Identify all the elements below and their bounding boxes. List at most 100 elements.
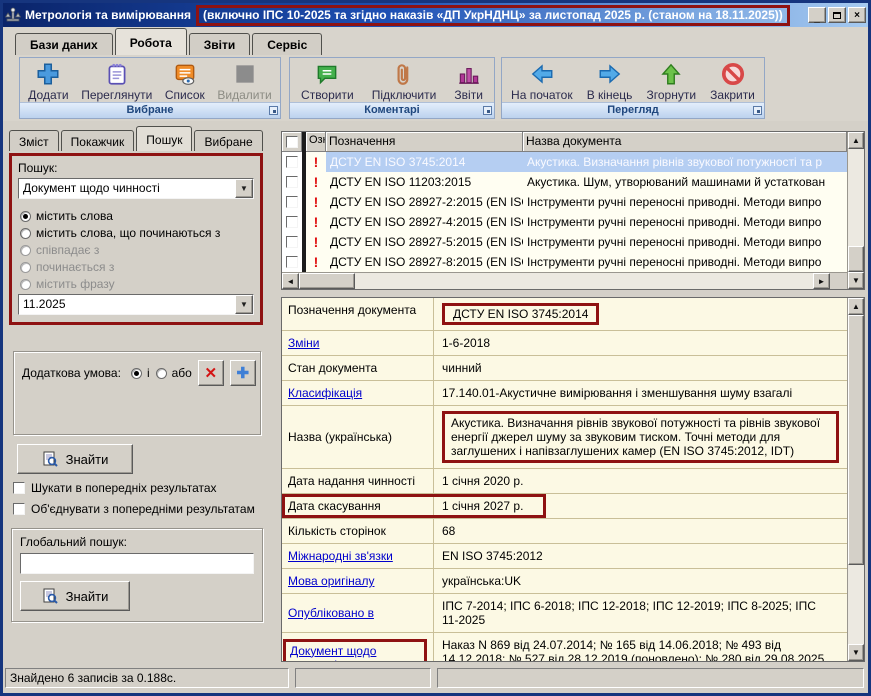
search-previous-checkbox[interactable]: Шукати в попередніх результатах (13, 481, 271, 495)
add-condition-button[interactable]: ✚ (230, 360, 256, 386)
tab-vybrane[interactable]: Вибране (194, 130, 262, 151)
row-checkbox[interactable] (286, 196, 298, 208)
vertical-splitter[interactable] (271, 125, 279, 665)
go-start-button[interactable]: На початок (507, 59, 577, 102)
merge-previous-checkbox[interactable]: Об'єднувати з попередніми результатам (13, 502, 271, 516)
detail-row-changes: Зміни 1-6-2018 (282, 331, 847, 356)
search-doc-icon (42, 588, 58, 604)
scroll-down-icon[interactable]: ▼ (848, 272, 864, 289)
minimize-button[interactable]: _ (808, 7, 826, 23)
tab-zvity[interactable]: Звіти (189, 33, 250, 55)
scroll-left-icon[interactable]: ◄ (282, 273, 299, 289)
search-label: Пошук: (18, 161, 254, 175)
scroll-up-icon[interactable]: ▲ (848, 298, 864, 315)
grid-vertical-scrollbar[interactable]: ▲ ▼ (847, 132, 864, 289)
group-vybrane: Додати Переглянути Список Видалити Вибра… (19, 57, 281, 119)
select-all-checkbox[interactable] (282, 132, 302, 152)
tab-pokazhchyk[interactable]: Покажчик (61, 130, 135, 151)
radio-icon (156, 368, 167, 379)
intl-links-link[interactable]: Міжнародні зв'язки (288, 549, 393, 563)
validity-doc-link[interactable]: Документ щодо чинності (290, 644, 376, 662)
condition-or-radio[interactable]: або (156, 366, 192, 380)
global-search-input[interactable] (20, 553, 254, 574)
table-row[interactable]: ! ДСТУ EN ISO 28927-8:2015 (EN ISO 289 І… (282, 252, 847, 272)
tab-servis[interactable]: Сервіс (252, 33, 322, 55)
tab-bazy-danykh[interactable]: Бази даних (15, 33, 113, 55)
row-checkbox[interactable] (286, 176, 298, 188)
tab-robota[interactable]: Робота (115, 28, 187, 55)
dialog-launcher-icon[interactable] (269, 106, 278, 115)
annotation-box: Документ щодо чинності (283, 639, 427, 662)
collapse-button[interactable]: Згорнути (642, 59, 700, 102)
detail-row-language: Мова оригіналу українська:UK (282, 569, 847, 594)
alert-icon: ! (310, 255, 322, 269)
row-checkbox[interactable] (286, 216, 298, 228)
changes-link[interactable]: Зміни (288, 336, 320, 350)
condition-and-radio[interactable]: і (131, 366, 150, 380)
list-button[interactable]: Список (161, 59, 209, 102)
search-term-combobox[interactable]: 11.2025 ▼ (18, 294, 254, 315)
table-row[interactable]: ! ДСТУ EN ISO 28927-4:2015 (EN ISO 289 І… (282, 212, 847, 232)
checkbox-icon (13, 503, 25, 515)
attach-comment-button[interactable]: Підключити (368, 59, 441, 102)
remove-condition-button[interactable]: ✕ (198, 360, 224, 386)
details-vertical-scrollbar[interactable]: ▲ ▼ (847, 298, 864, 661)
group-perehliad: На початок В кінець Згорнути Закрити Пер… (501, 57, 765, 119)
horizontal-scrollbar[interactable]: ◄ ► (282, 272, 847, 289)
option-starts-with-words[interactable]: містить слова, що починаються з (20, 226, 254, 240)
table-row[interactable]: ! ДСТУ EN ISO 11203:2015 Акустика. Шум, … (282, 172, 847, 192)
go-end-button[interactable]: В кінець (583, 59, 637, 102)
horizontal-splitter[interactable] (279, 290, 866, 297)
column-header-mark[interactable]: Озн (306, 132, 326, 152)
find-button[interactable]: Знайти (17, 444, 133, 474)
create-comment-button[interactable]: Створити (297, 59, 358, 102)
scroll-down-icon[interactable]: ▼ (848, 644, 864, 661)
row-checkbox[interactable] (286, 256, 298, 268)
scroll-up-icon[interactable]: ▲ (848, 132, 864, 149)
status-cell-3 (437, 668, 864, 688)
maximize-button[interactable] (828, 7, 846, 23)
arrow-left-icon (529, 61, 555, 87)
radio-icon (20, 228, 31, 239)
comment-icon (314, 61, 340, 87)
delete-button: Видалити (213, 59, 275, 102)
option-contains-words[interactable]: містить слова (20, 209, 254, 223)
chevron-down-icon[interactable]: ▼ (235, 179, 253, 198)
close-view-button[interactable]: Закрити (706, 59, 759, 102)
dialog-launcher-icon[interactable] (753, 106, 762, 115)
table-row[interactable]: ! ДСТУ EN ISO 28927-5:2015 (EN ISO 289 І… (282, 232, 847, 252)
scrollbar-thumb[interactable] (299, 273, 355, 289)
detail-row-title-ua: Назва (українська) Акустика. Визначання … (282, 406, 847, 469)
row-checkbox[interactable] (286, 156, 298, 168)
add-button[interactable]: Додати (24, 59, 72, 102)
status-found: Знайдено 6 записів за 0.188с. (5, 668, 289, 688)
checkbox-icon (286, 136, 298, 148)
scroll-right-icon[interactable]: ► (813, 273, 830, 289)
scrollbar-thumb[interactable] (848, 246, 864, 272)
table-row[interactable]: ! ДСТУ EN ISO 3745:2014 Акустика. Визнач… (282, 152, 847, 172)
table-row[interactable]: ! ДСТУ EN ISO 28927-2:2015 (EN ISO 289 І… (282, 192, 847, 212)
dialog-launcher-icon[interactable] (483, 106, 492, 115)
chevron-down-icon[interactable]: ▼ (235, 295, 253, 314)
app-window: Метрологія та вимірювання (включно ІПС 1… (0, 0, 871, 696)
published-in-link[interactable]: Опубліковано в (288, 606, 374, 620)
close-button[interactable]: × (848, 7, 866, 23)
search-field-combobox[interactable]: Документ щодо чинності ▼ (18, 178, 254, 199)
arrow-up-icon (658, 61, 684, 87)
scrollbar-thumb[interactable] (848, 315, 864, 565)
view-button[interactable]: Переглянути (77, 59, 156, 102)
global-find-button[interactable]: Знайти (20, 581, 130, 611)
column-header-code[interactable]: Позначення (326, 132, 523, 152)
classification-link[interactable]: Класифікація (288, 386, 362, 400)
row-checkbox[interactable] (286, 236, 298, 248)
comment-reports-button[interactable]: Звіти (450, 59, 487, 102)
detail-row-designation: Позначення документа ДСТУ EN ISO 3745:20… (282, 298, 847, 331)
paperclip-icon (391, 61, 417, 87)
maximize-icon (833, 12, 841, 19)
radio-icon (20, 211, 31, 222)
tab-zmist[interactable]: Зміст (9, 130, 59, 151)
column-header-name[interactable]: Назва документа (523, 132, 847, 152)
language-link[interactable]: Мова оригіналу (288, 574, 374, 588)
status-bar: Знайдено 6 записів за 0.188с. (3, 665, 868, 693)
tab-poshuk[interactable]: Пошук (136, 126, 192, 151)
